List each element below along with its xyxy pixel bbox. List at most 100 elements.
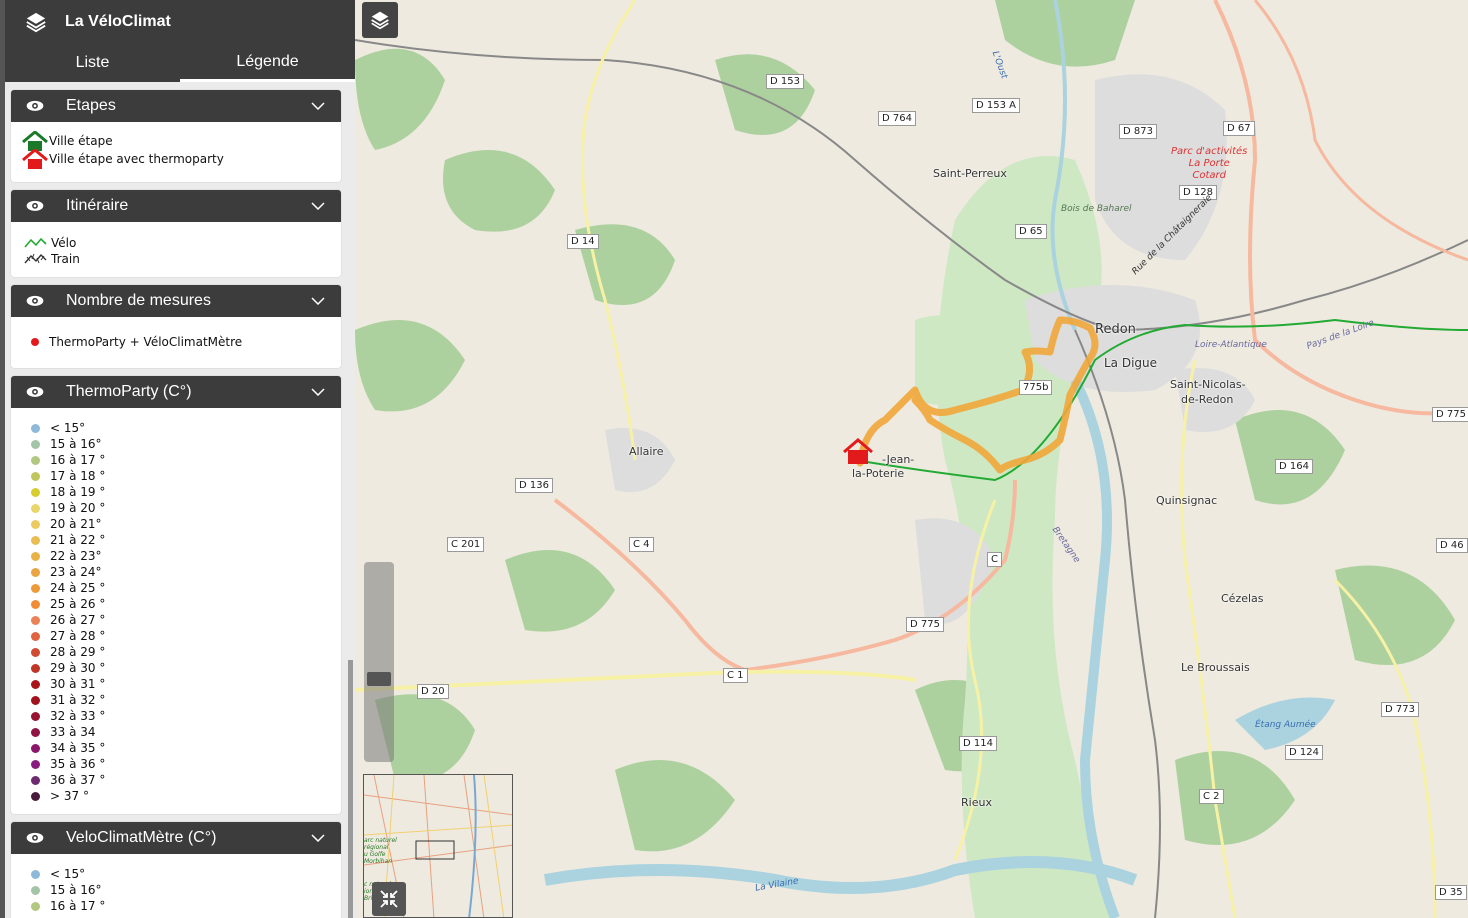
place-label: Saint-Perreux — [933, 167, 1007, 180]
chevron-down-icon[interactable] — [311, 202, 325, 210]
road-label: D 764 — [878, 111, 916, 126]
legend-row: 17 à 18 ° — [23, 468, 329, 484]
road-label: D 20 — [417, 684, 449, 699]
chevron-down-icon[interactable] — [311, 834, 325, 842]
panel-header-etapes[interactable]: Etapes — [11, 90, 341, 122]
legend-panel-thermoparty: ThermoParty (C°) < 15° 15 à 16° 16 à 17 ° 1… — [11, 376, 341, 814]
place-label: La Digue — [1104, 356, 1158, 370]
legend-row: 19 à 20 ° — [23, 500, 329, 516]
legend-label: Ville étape avec thermoparty — [49, 152, 224, 166]
bike-route-icon — [24, 237, 47, 248]
legend-label: 16 à 17 ° — [50, 899, 106, 913]
chevron-down-icon[interactable] — [311, 388, 325, 396]
eye-icon[interactable] — [25, 295, 45, 307]
legend-row: 26 à 27 ° — [23, 612, 329, 628]
road-label: D 164 — [1275, 459, 1313, 474]
road-label: D 14 — [567, 234, 599, 249]
road-label: C 2 — [1199, 789, 1224, 804]
app-title: La VéloClimat — [65, 13, 171, 30]
legend-label: > 37 ° — [50, 789, 89, 803]
chevron-down-icon[interactable] — [311, 297, 325, 305]
house-red-icon — [22, 149, 48, 169]
legend-dot — [31, 759, 40, 769]
panel-header-itineraire[interactable]: Itinéraire — [11, 190, 341, 222]
legend-row: 20 à 21° — [23, 516, 329, 532]
road-label: C 201 — [447, 537, 485, 552]
road-label: D 67 — [1223, 121, 1255, 136]
legend-label: 23 à 24° — [50, 565, 102, 579]
road-label: D 136 — [515, 478, 553, 493]
collapse-icon — [380, 890, 398, 908]
place-label: de-Redon — [1181, 393, 1234, 406]
legend-label: 32 à 33 ° — [50, 709, 106, 723]
train-route-icon — [24, 253, 47, 264]
region-label: Loire-Atlantique — [1195, 340, 1267, 350]
place-label: la-Poterie — [852, 467, 905, 480]
eye-icon[interactable] — [25, 832, 45, 844]
legend-panel-etapes: Etapes Ville étape Ville étape avec ther… — [11, 90, 341, 182]
legend-label: 18 à 19 ° — [50, 485, 106, 499]
legend-dot — [31, 695, 40, 705]
legend-row: 21 à 22 ° — [23, 532, 329, 548]
legend-dot — [31, 455, 40, 465]
legend-row: 32 à 33 ° — [23, 708, 329, 724]
road-label: D 35 — [1435, 885, 1467, 900]
house-green-icon — [22, 131, 48, 151]
collapse-minimap-button[interactable] — [372, 882, 406, 916]
legend-row: 29 à 30 ° — [23, 660, 329, 676]
poi-label: Parc d'activités La Porte Cotard — [1171, 146, 1248, 181]
legend-dot — [31, 487, 40, 497]
map-view[interactable]: Saint-Perreux Redon La Digue Saint-Nicol… — [355, 0, 1468, 918]
place-label: Allaire — [629, 445, 664, 458]
legend-row: 36 à 37 ° — [23, 772, 329, 788]
legend-label: 34 à 35 ° — [50, 741, 106, 755]
chevron-down-icon[interactable] — [311, 102, 325, 110]
legend-row: 25 à 26 ° — [23, 596, 329, 612]
zoom-handle[interactable] — [367, 672, 391, 686]
legend-dot — [31, 743, 40, 753]
eye-icon[interactable] — [25, 386, 45, 398]
legend-label: 15 à 16° — [50, 437, 102, 451]
sidebar-scrollbar[interactable] — [348, 660, 353, 918]
legend-row: < 15° — [23, 420, 329, 436]
tab-legende[interactable]: Légende — [180, 44, 355, 82]
veloclimat-scale: < 15° 15 à 16° 16 à 17 ° — [11, 854, 341, 918]
panel-header-mesures[interactable]: Nombre de mesures — [11, 285, 341, 317]
legend-dot — [31, 885, 40, 895]
legend-dot — [31, 869, 40, 879]
zoom-slider[interactable] — [364, 562, 394, 762]
legend-label: Ville étape — [49, 134, 113, 148]
tab-liste[interactable]: Liste — [5, 44, 180, 82]
legend-label: 35 à 36 ° — [50, 757, 106, 771]
legend-row: > 37 ° — [23, 788, 329, 804]
legend-row: 35 à 36 ° — [23, 756, 329, 772]
app-header: La VéloClimat — [5, 0, 355, 44]
layers-button[interactable] — [362, 2, 398, 38]
legend-row: 28 à 29 ° — [23, 644, 329, 660]
legend-row: 22 à 23° — [23, 548, 329, 564]
panel-header-veloclimat[interactable]: VeloClimatMètre (C°) — [11, 822, 341, 854]
legend-row: 34 à 35 ° — [23, 740, 329, 756]
eye-icon[interactable] — [25, 200, 45, 212]
road-label: D 153 A — [972, 98, 1020, 113]
legend-label: 16 à 17 ° — [50, 453, 106, 467]
minimap-park-label: arc naturel régional u Golfe Morbihan — [364, 837, 397, 865]
legend-row: 27 à 28 ° — [23, 628, 329, 644]
panel-header-thermoparty[interactable]: ThermoParty (C°) — [11, 376, 341, 408]
legend-dot — [31, 535, 40, 545]
legend-label: 17 à 18 ° — [50, 469, 106, 483]
legend-dot — [31, 727, 40, 737]
legend-row: 23 à 24° — [23, 564, 329, 580]
legend-label: 15 à 16° — [50, 883, 102, 897]
road-label: D 775 — [1432, 407, 1468, 422]
legend-dot — [31, 663, 40, 673]
legend-row: 15 à 16° — [23, 436, 329, 452]
legend-label: 24 à 25 ° — [50, 581, 106, 595]
legend-dot — [31, 338, 39, 346]
overview-minimap[interactable]: arc naturelrégionalu GolfeMorbihan c nat… — [363, 774, 513, 918]
eye-icon[interactable] — [25, 100, 45, 112]
legend-row: < 15° — [23, 866, 329, 882]
road-label: D 775 — [906, 617, 944, 632]
road-label: C 1 — [723, 668, 748, 683]
legend-label: 29 à 30 ° — [50, 661, 106, 675]
